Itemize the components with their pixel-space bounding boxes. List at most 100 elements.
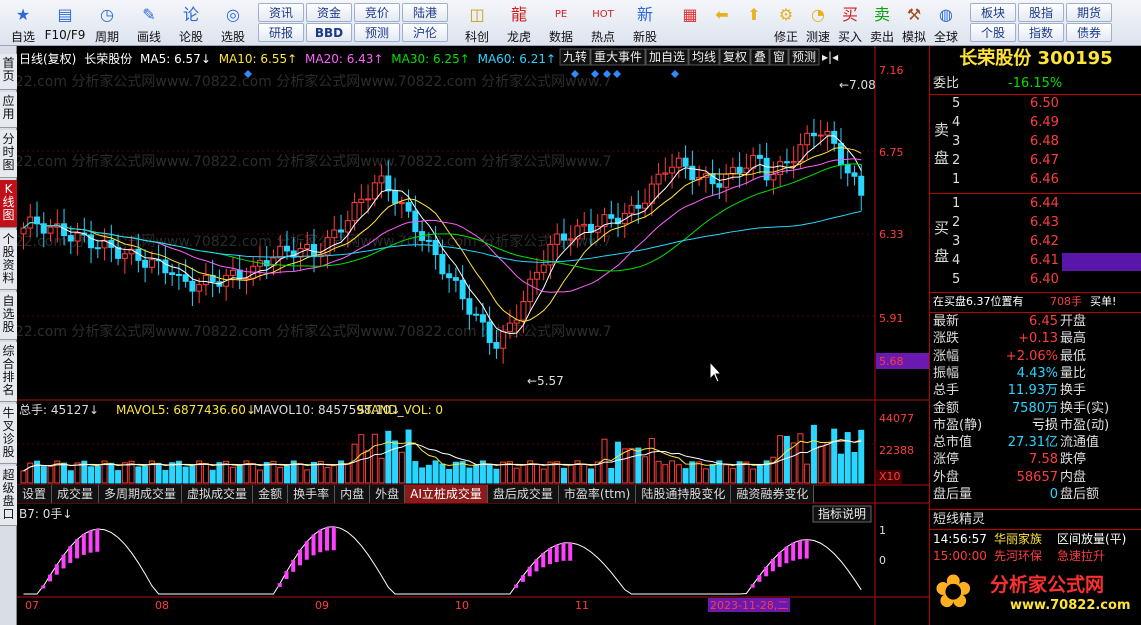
indicator-tab[interactable]: 盘后成交量	[487, 485, 559, 503]
left-tab-3[interactable]: K线图	[0, 180, 17, 228]
volume-bar	[189, 465, 196, 484]
candle-body	[527, 278, 534, 303]
hot-button[interactable]: HOT 热点	[582, 2, 624, 44]
sell-button[interactable]: 卖卖出	[866, 2, 898, 44]
volume-bar	[513, 467, 520, 484]
indicator-tab[interactable]: 陆股通持股变化	[636, 485, 732, 503]
left-tab-5[interactable]: 自选股	[0, 292, 17, 340]
left-tab-8[interactable]: 超级盘口	[0, 466, 17, 526]
toolbar-grid-button[interactable]: 个股	[970, 23, 1016, 42]
toolbar-grid-button[interactable]: 沪伦	[402, 23, 448, 42]
clock-button[interactable]: ◷ 周期	[86, 2, 128, 44]
logo-url: www.70822.com	[1010, 598, 1131, 613]
hammer-button[interactable]: ⚒ 模拟	[898, 2, 930, 44]
candle-body	[365, 198, 372, 201]
star-button[interactable]: ★ 自选	[2, 2, 44, 44]
candle-body	[851, 172, 858, 177]
globe-button[interactable]: ◍ 全球	[930, 2, 962, 44]
volume-bar	[533, 463, 540, 484]
buy-button[interactable]: 买买入	[834, 2, 866, 44]
toolbar-grid-button[interactable]: 竞价	[354, 3, 400, 22]
volume-bar	[108, 462, 115, 484]
indicator-tab[interactable]: 换手率	[288, 485, 336, 503]
candle-body	[540, 264, 547, 273]
indicator-tab[interactable]: AI立桩成交量	[405, 485, 488, 503]
toolbar-grid-button[interactable]: 股指	[1018, 3, 1064, 22]
back-arrow-button[interactable]: ⬅	[706, 2, 738, 44]
new-stock-button[interactable]: 新新股	[624, 2, 666, 44]
left-tab-1[interactable]: 应用	[0, 92, 17, 128]
ma5-label: MA5: 6.57↓	[140, 52, 211, 66]
speed-button[interactable]: ◔ 测速	[802, 2, 834, 44]
left-tab-2[interactable]: 分时图	[0, 130, 17, 178]
toolbar-grid-button[interactable]: 陆港	[402, 3, 448, 22]
toolbar-label: 数据	[548, 30, 573, 44]
indicator-tab[interactable]: 设置	[17, 485, 53, 503]
vol-total: 总手: 45127↓	[19, 403, 99, 417]
toolbar-grid-button[interactable]: 债券	[1066, 23, 1112, 42]
toolbar-label: 周期	[94, 30, 119, 44]
toolbar-grid-button[interactable]: 指数	[1018, 23, 1064, 42]
candle-body	[520, 301, 527, 321]
toolbar-grid-button[interactable]: 研报	[258, 23, 304, 42]
volume-bar	[419, 467, 426, 484]
toolbar-label: 论股	[178, 30, 203, 44]
indicator-tab[interactable]: 多周期成交量	[99, 485, 183, 503]
left-tab-7[interactable]: 牛叉诊股	[0, 404, 17, 464]
stock-pick-button[interactable]: ◎ 选股	[212, 2, 254, 44]
candle-body	[229, 269, 236, 276]
indicator-tab[interactable]: 虚拟成交量	[182, 485, 254, 503]
toolbar-grid-button[interactable]: 预测	[354, 23, 400, 42]
divider	[930, 292, 1141, 293]
kechuang-button[interactable]: ◫ 科创	[456, 2, 498, 44]
data-icon: PE	[554, 9, 568, 20]
toolbar-grid-button[interactable]: 资金	[306, 3, 352, 22]
volume-bar	[804, 463, 811, 484]
kline-chart-area[interactable]: 0822.com 分析家公式网www.70822.com 分析家公式网www.7…	[0, 46, 929, 625]
indicator-tab[interactable]: 市盈率(ttm)	[558, 485, 637, 503]
left-tab-char: 股	[2, 320, 15, 334]
wrench-button[interactable]: ⚙ 修正	[770, 2, 802, 44]
volume-bar	[297, 463, 304, 484]
site-logo: ✿ 分析家公式网 www.70822.com	[934, 564, 1140, 624]
kline-chart-canvas[interactable]: 0822.com 分析家公式网www.70822.com 分析家公式网www.7…	[0, 46, 929, 625]
indicator-tab[interactable]: 融资融券变化	[731, 485, 815, 503]
volume-bar	[682, 468, 689, 484]
toolbar-grid-button[interactable]: 期货	[1066, 3, 1112, 22]
up-arrow-button[interactable]: ⬆	[738, 2, 770, 44]
dragon-tiger-button[interactable]: 龍龙虎	[498, 2, 540, 44]
toolbar-grid-button[interactable]: 板块	[970, 3, 1016, 22]
b7-bar	[770, 558, 775, 572]
left-tab-0[interactable]: 首页	[0, 54, 17, 90]
b7-bar	[95, 529, 100, 552]
left-tab-6[interactable]: 综合排名	[0, 342, 17, 402]
candle-body	[358, 198, 365, 204]
chart-top-menu: 九转 重大事件 加自选 均线 复权叠窗预测	[559, 48, 820, 66]
indicator-tab[interactable]: 成交量	[52, 485, 100, 503]
candle-body	[432, 239, 439, 256]
volume-bar	[486, 463, 493, 484]
indicator-tab[interactable]: 金额	[253, 485, 289, 503]
pencil-button[interactable]: ✎ 画线	[128, 2, 170, 44]
toolbar-grid-button[interactable]: 资讯	[258, 3, 304, 22]
grid-layout-button[interactable]: ▦	[674, 2, 706, 44]
toolbar-grid-button[interactable]: BBD	[306, 23, 352, 42]
left-tab-4[interactable]: 个股资料	[0, 230, 17, 290]
buy-price: 6.43	[1030, 215, 1059, 230]
elf-stock: 先河环保	[994, 549, 1043, 563]
candle-body	[763, 157, 770, 181]
indicator-tab[interactable]: 外盘	[370, 485, 406, 503]
f10-button[interactable]: ▤ F10/F9	[44, 2, 86, 44]
left-tab-char: 图	[2, 208, 15, 222]
quote-panel: 长荣股份 300195 委比 -16.15% 卖盘买盘 5 6.50 4 6.49 3 6.48…	[929, 46, 1141, 625]
stat-label: 外盘	[933, 469, 960, 485]
b7-bar	[277, 583, 282, 587]
volume-bar	[608, 467, 615, 484]
candle-body	[94, 247, 101, 250]
data-button[interactable]: PE 数据	[540, 2, 582, 44]
volume-bar	[405, 429, 412, 484]
indicator-tab[interactable]: 内盘	[335, 485, 371, 503]
left-tab-char: 页	[2, 69, 15, 83]
forum-button[interactable]: 论论股	[170, 2, 212, 44]
candle-body	[675, 157, 682, 168]
